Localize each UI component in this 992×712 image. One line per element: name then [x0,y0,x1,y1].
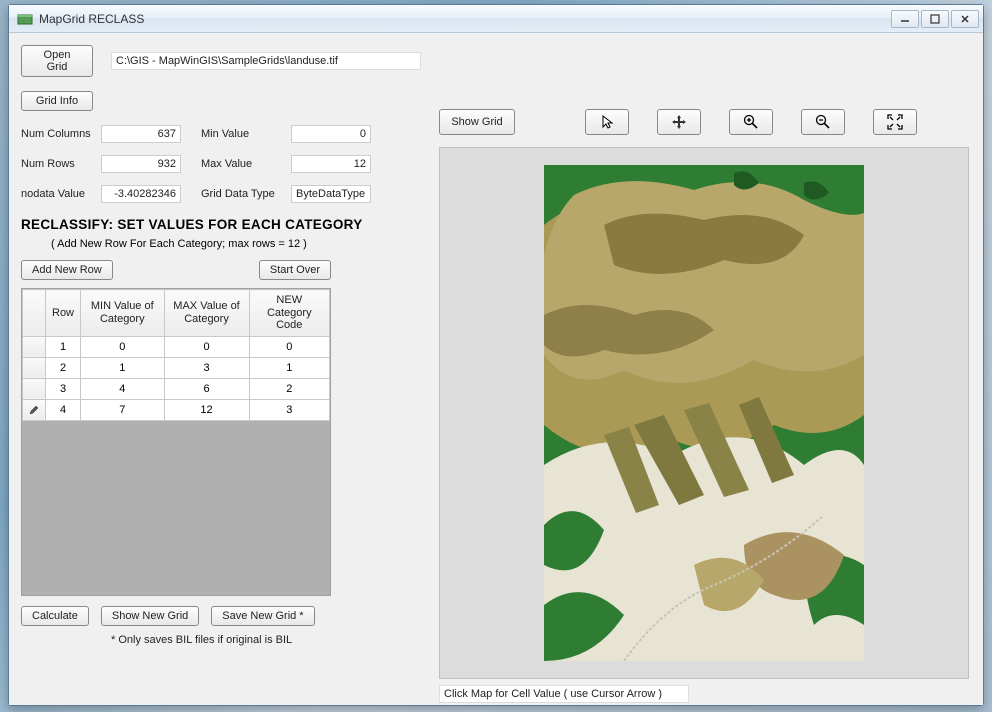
table-row[interactable]: 3 4 6 2 [23,378,330,399]
show-grid-button[interactable]: Show Grid [439,109,515,135]
row-selector[interactable] [23,336,46,357]
num-rows-value[interactable]: 932 [101,155,181,173]
table-row[interactable]: 1 0 0 0 [23,336,330,357]
max-value-label: Max Value [201,158,291,170]
map-image [544,165,864,661]
close-button[interactable] [951,10,979,28]
minimize-button[interactable] [891,10,919,28]
num-rows-label: Num Rows [21,158,101,170]
col-new[interactable]: NEW Category Code [249,290,329,337]
cursor-tool-button[interactable] [585,109,629,135]
reclass-table-container[interactable]: Row MIN Value of Category MAX Value of C… [21,288,331,596]
table-row[interactable]: 4 7 12 3 [23,399,330,420]
table-row[interactable]: 2 1 3 1 [23,357,330,378]
row-selector-edit[interactable] [23,399,46,420]
col-max[interactable]: MAX Value of Category [164,290,249,337]
nodata-value[interactable]: -3.40282346 [101,185,181,203]
app-icon [17,11,33,27]
pan-tool-button[interactable] [657,109,701,135]
client-area: Open Grid C:\GIS - MapWinGIS\SampleGrids… [9,33,983,705]
zoom-out-button[interactable] [801,109,845,135]
reclassify-subheading: ( Add New Row For Each Category; max row… [51,238,421,250]
nodata-label: nodata Value [21,188,101,200]
open-grid-button[interactable]: Open Grid [21,45,93,77]
datatype-value[interactable]: ByteDataType [291,185,371,203]
min-value-label: Min Value [201,128,291,140]
row-selector[interactable] [23,378,46,399]
grid-info-button[interactable]: Grid Info [21,91,93,111]
num-columns-label: Num Columns [21,128,101,140]
cursor-icon [599,114,615,130]
max-value-field[interactable]: 12 [291,155,371,173]
titlebar[interactable]: MapGrid RECLASS [9,5,983,33]
reclass-table[interactable]: Row MIN Value of Category MAX Value of C… [22,289,330,421]
window-controls [891,10,979,28]
start-over-button[interactable]: Start Over [259,260,331,280]
maximize-button[interactable] [921,10,949,28]
zoom-in-icon [743,114,759,130]
num-columns-value[interactable]: 637 [101,125,181,143]
col-row[interactable]: Row [46,290,81,337]
add-new-row-button[interactable]: Add New Row [21,260,113,280]
reclassify-heading: RECLASSIFY: SET VALUES FOR EACH CATEGORY [21,217,421,232]
fullscreen-icon [887,114,903,130]
zoom-out-icon [815,114,831,130]
min-value-field[interactable]: 0 [291,125,371,143]
window-title: MapGrid RECLASS [39,12,891,26]
row-selector[interactable] [23,357,46,378]
cell-value-readout[interactable]: Click Map for Cell Value ( use Cursor Ar… [439,685,689,703]
save-note: * Only saves BIL files if original is BI… [111,634,421,646]
grid-path-input[interactable]: C:\GIS - MapWinGIS\SampleGrids\landuse.t… [111,52,421,70]
zoom-in-button[interactable] [729,109,773,135]
col-min[interactable]: MIN Value of Category [81,290,165,337]
zoom-extent-button[interactable] [873,109,917,135]
map-canvas[interactable] [439,147,969,679]
datatype-label: Grid Data Type [201,188,291,200]
calculate-button[interactable]: Calculate [21,606,89,626]
show-new-grid-button[interactable]: Show New Grid [101,606,199,626]
app-window: MapGrid RECLASS Open Grid C:\GIS - MapWi… [8,4,984,706]
pan-icon [671,114,687,130]
table-corner [23,290,46,337]
save-new-grid-button[interactable]: Save New Grid * [211,606,314,626]
